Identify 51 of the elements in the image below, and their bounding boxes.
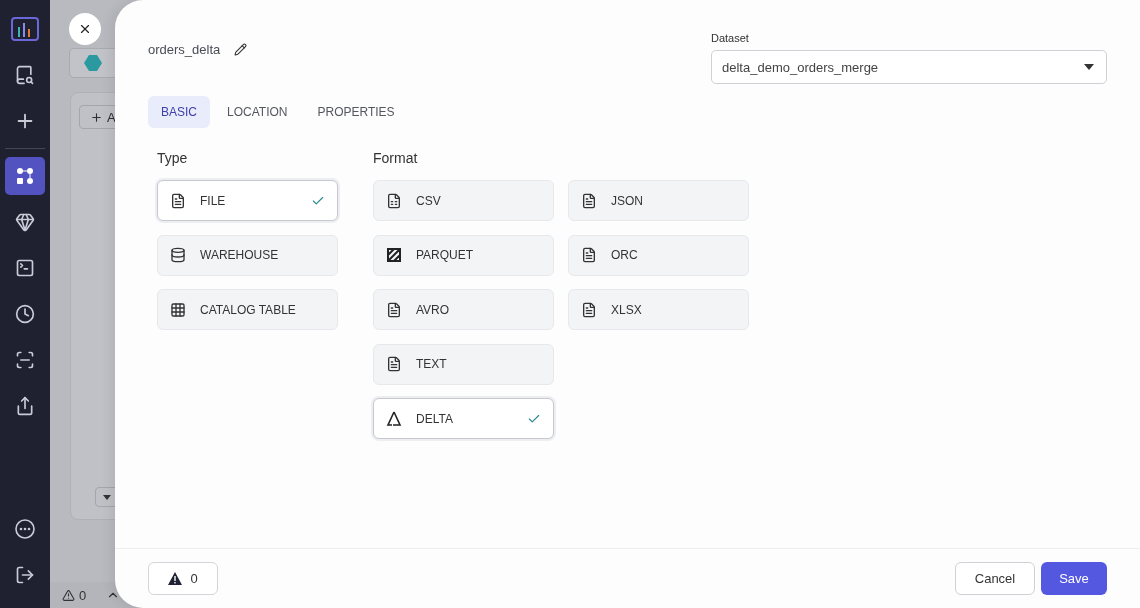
notebook-search-icon xyxy=(15,65,35,85)
clock-icon xyxy=(15,304,35,324)
option-card[interactable]: WAREHOUSE xyxy=(157,234,338,276)
dataset-select[interactable]: delta_demo_orders_merge xyxy=(711,50,1107,84)
option-card[interactable]: CSV xyxy=(373,180,554,221)
format-heading: Format xyxy=(373,150,419,166)
csv-file-icon xyxy=(386,192,402,209)
option-card[interactable]: PARQUET xyxy=(373,234,554,276)
save-button[interactable]: Save xyxy=(1041,562,1107,595)
diamond-icon xyxy=(15,212,35,232)
more-icon xyxy=(15,519,35,539)
table-icon xyxy=(170,301,186,318)
tab[interactable]: LOCATION xyxy=(214,96,301,128)
option-card[interactable]: ORC xyxy=(568,234,749,276)
hexagon-icon xyxy=(84,55,102,71)
tab[interactable]: PROPERTIES xyxy=(304,96,408,128)
chart-logo-icon xyxy=(11,17,39,41)
option-card[interactable]: DELTA xyxy=(373,398,554,439)
warnings-button[interactable]: 0 xyxy=(148,562,218,595)
warning-count[interactable]: 0 xyxy=(62,587,87,603)
option-card[interactable]: CATALOG TABLE xyxy=(157,289,338,330)
parquet-icon xyxy=(386,247,402,263)
plus-icon xyxy=(90,110,103,124)
file-icon xyxy=(581,247,597,263)
file-icon xyxy=(170,192,186,209)
close-icon xyxy=(78,22,92,36)
tab[interactable]: BASIC xyxy=(148,96,210,128)
type-heading: Type xyxy=(157,150,189,166)
file-icon xyxy=(386,301,402,318)
option-card[interactable]: FILE xyxy=(157,180,338,221)
option-card[interactable]: JSON xyxy=(568,180,749,221)
warning-icon xyxy=(168,572,183,585)
scan-icon xyxy=(15,350,35,370)
file-icon xyxy=(581,301,597,318)
edit-icon[interactable] xyxy=(234,42,248,56)
option-card[interactable]: AVRO xyxy=(373,289,554,330)
upload-icon xyxy=(15,396,35,416)
sidebar-item[interactable] xyxy=(5,157,45,195)
text-file-icon xyxy=(386,356,402,372)
dataset-label: Dataset xyxy=(711,32,750,44)
cancel-button[interactable]: Cancel xyxy=(955,562,1035,595)
terminal-icon xyxy=(15,258,35,278)
dataset-name: orders_delta xyxy=(148,41,221,57)
pipeline-icon xyxy=(15,166,35,186)
caret-icon xyxy=(103,494,111,500)
logout-icon xyxy=(15,565,35,585)
database-icon xyxy=(170,247,186,263)
caret-icon xyxy=(1084,64,1094,70)
option-card[interactable]: TEXT xyxy=(373,343,554,385)
warning-icon xyxy=(62,588,75,602)
option-card[interactable]: XLSX xyxy=(568,289,749,330)
